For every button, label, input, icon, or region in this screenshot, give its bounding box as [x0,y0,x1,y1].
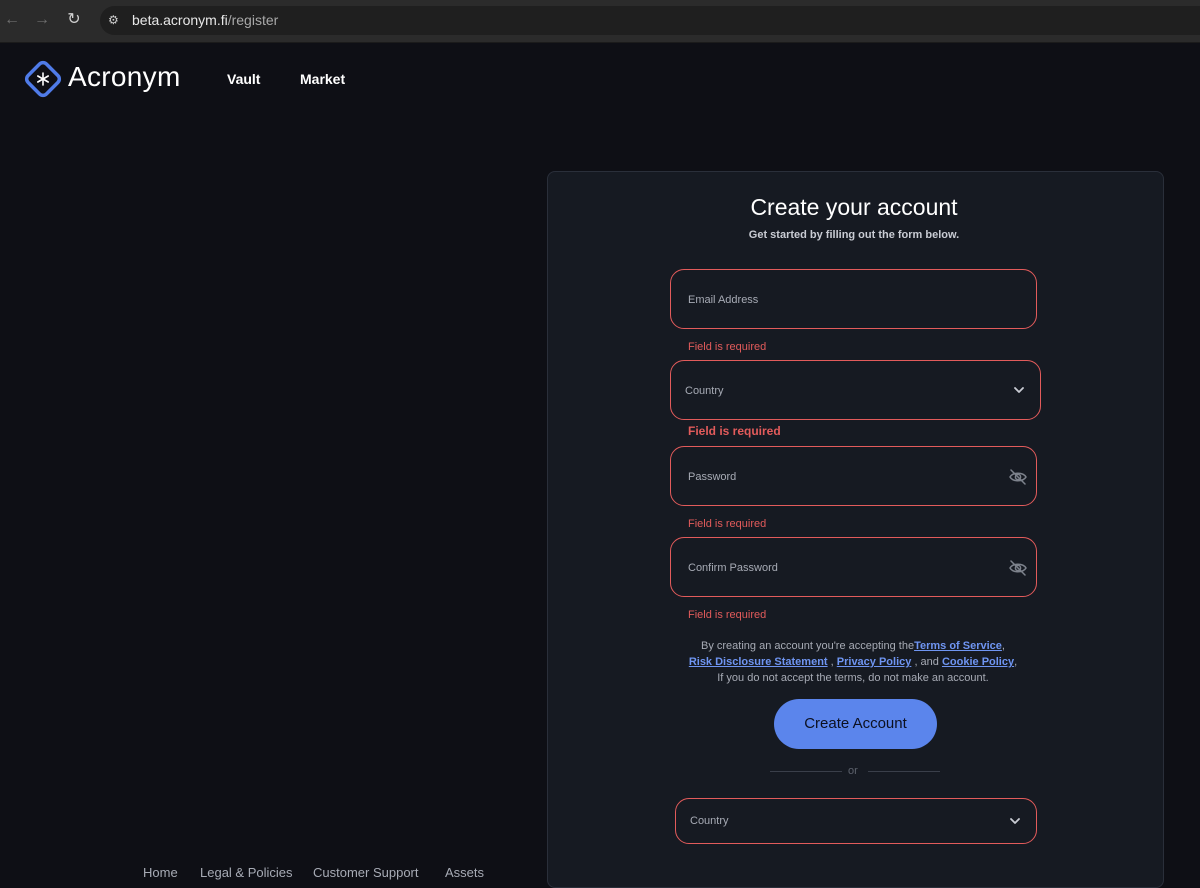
password-error: Field is required [688,518,767,530]
footer-link-home[interactable]: Home [143,865,178,880]
email-error: Field is required [688,341,767,353]
confirm-password-field[interactable]: Confirm Password [670,537,1037,597]
confirm-password-placeholder: Confirm Password [688,562,778,574]
register-card: Create your account Get started by filli… [547,171,1164,888]
terms-prefix: By creating an account you're accepting … [701,640,915,652]
risk-disclosure-link[interactable]: Risk Disclosure Statement [689,656,828,668]
country-select[interactable]: Country [670,360,1041,420]
country-placeholder: Country [690,815,729,827]
footer-link-legal[interactable]: Legal & Policies [200,865,293,880]
eye-off-icon[interactable] [1008,559,1028,577]
footer-link-assets[interactable]: Assets [445,865,484,880]
country-select-secondary[interactable]: Country [675,798,1037,844]
create-account-button[interactable]: Create Account [774,699,937,749]
cookie-policy-link[interactable]: Cookie Policy [942,656,1014,668]
acronym-logo[interactable]: Acronym [22,58,182,98]
country-error: Field is required [688,424,781,438]
terms-text: By creating an account you're accepting … [688,640,1018,684]
divider-left [770,771,842,772]
url-path: /register [227,12,279,28]
terms-of-service-link[interactable]: Terms of Service [914,640,1002,652]
reload-icon[interactable]: ↻ [64,10,84,30]
password-placeholder: Password [688,471,737,483]
footer-link-support[interactable]: Customer Support [313,865,419,880]
back-arrow-icon[interactable]: ← [2,10,22,30]
url-domain: beta.acronym.fi [132,12,228,28]
nav-market[interactable]: Market [300,71,345,87]
chevron-down-icon [1014,387,1024,393]
forward-arrow-icon[interactable]: → [32,10,52,30]
terms-suffix: If you do not accept the terms, do not m… [717,672,989,684]
page-title: Create your account [750,194,958,220]
acronym-logo-icon [24,60,62,98]
nav-vault[interactable]: Vault [227,71,260,87]
eye-off-icon[interactable] [1008,468,1028,486]
divider-right [868,771,940,772]
chevron-down-icon [1010,818,1020,824]
privacy-policy-link[interactable]: Privacy Policy [837,656,912,668]
or-divider-text: or [848,765,858,777]
page-subtitle: Get started by filling out the form belo… [748,229,960,241]
site-info-icon[interactable]: ⚙ [108,12,124,28]
logo-text: Acronym [68,61,181,92]
url-text: beta.acronym.fi/register [132,12,278,28]
confirm-password-error: Field is required [688,609,767,621]
terms-and: , and [914,656,939,668]
email-field[interactable]: Email Address [670,269,1037,329]
email-placeholder: Email Address [688,294,759,306]
address-bar[interactable]: ⚙ beta.acronym.fi/register [100,6,1200,35]
password-field[interactable]: Password [670,446,1037,506]
country-placeholder: Country [685,385,724,397]
browser-toolbar: ← → ↻ ⚙ beta.acronym.fi/register [0,0,1200,43]
